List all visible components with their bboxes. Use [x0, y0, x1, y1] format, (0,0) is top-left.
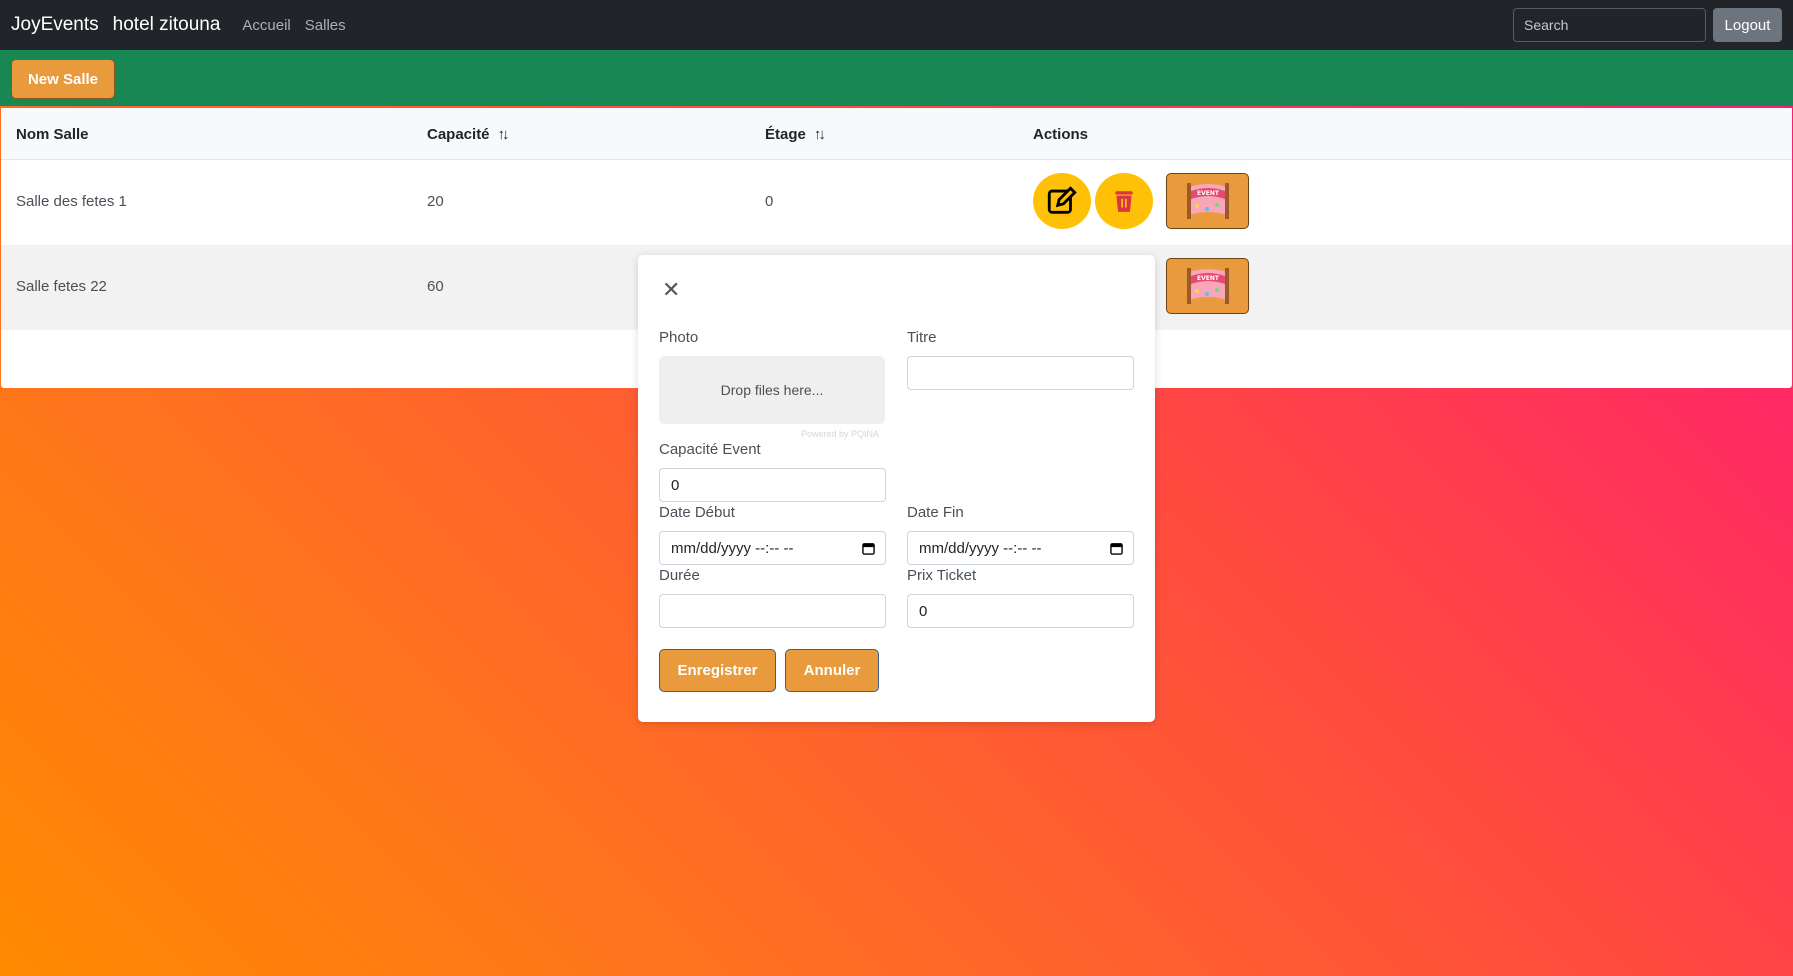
- cell-nom-salle: Salle fetes 22: [16, 278, 107, 295]
- calendar-icon[interactable]: [1110, 542, 1123, 555]
- header-capacite[interactable]: Capacité ↑↓: [427, 126, 510, 143]
- trash-icon: [1115, 191, 1133, 212]
- prix-ticket-label: Prix Ticket: [907, 567, 977, 584]
- titre-input[interactable]: [907, 356, 1134, 390]
- top-navbar: JoyEvents hotel zitouna Accueil Salles L…: [0, 0, 1793, 50]
- edit-icon: [1047, 186, 1077, 214]
- header-etage[interactable]: Étage ↑↓: [765, 126, 826, 143]
- duree-label: Durée: [659, 567, 700, 584]
- date-fin-input[interactable]: mm/dd/yyyy --:-- --: [907, 531, 1134, 565]
- date-fin-placeholder: mm/dd/yyyy --:-- --: [919, 539, 1042, 557]
- save-button[interactable]: Enregistrer: [659, 649, 776, 692]
- cell-etage: 0: [765, 193, 774, 210]
- titre-label: Titre: [907, 329, 937, 346]
- sort-icon[interactable]: ↑↓: [814, 126, 826, 143]
- dropzone-text: Drop files here...: [720, 382, 824, 398]
- cell-nom-salle: Salle des fetes 1: [16, 193, 127, 210]
- svg-text:EVENT: EVENT: [1197, 275, 1220, 282]
- date-debut-input[interactable]: mm/dd/yyyy --:-- --: [659, 531, 886, 565]
- new-event-modal: ✕ Photo Drop files here... Powered by PQ…: [638, 255, 1155, 722]
- header-nom-salle: Nom Salle: [16, 126, 89, 143]
- svg-text:EVENT: EVENT: [1197, 190, 1220, 197]
- event-icon: EVENT: [1186, 268, 1229, 304]
- date-debut-placeholder: mm/dd/yyyy --:-- --: [671, 539, 794, 557]
- cancel-button[interactable]: Annuler: [785, 649, 879, 692]
- brand-logo[interactable]: JoyEvents: [11, 14, 99, 36]
- table-row: Salle des fetes 1 20 0 EVENT: [1, 160, 1792, 245]
- event-icon: EVENT: [1186, 183, 1229, 219]
- photo-dropzone[interactable]: Drop files here...: [659, 356, 885, 424]
- prix-ticket-input[interactable]: 0: [907, 594, 1134, 628]
- close-icon[interactable]: ✕: [662, 279, 680, 301]
- hotel-name: hotel zitouna: [112, 14, 221, 35]
- cell-capacite: 20: [427, 193, 444, 210]
- powered-by-label: Powered by PQINA: [801, 429, 880, 439]
- header-actions: Actions: [1033, 126, 1089, 143]
- duree-input[interactable]: [659, 594, 886, 628]
- cell-capacite: 60: [427, 278, 444, 295]
- new-salle-button[interactable]: New Salle: [11, 59, 115, 99]
- logout-button[interactable]: Logout: [1713, 8, 1782, 42]
- date-debut-label: Date Début: [659, 504, 735, 521]
- capacite-event-input[interactable]: 0: [659, 468, 886, 502]
- capacite-event-label: Capacité Event: [659, 441, 761, 458]
- event-button[interactable]: EVENT: [1166, 258, 1249, 314]
- nav-link-salles[interactable]: Salles: [305, 17, 346, 34]
- date-fin-label: Date Fin: [907, 504, 964, 521]
- sort-icon[interactable]: ↑↓: [498, 126, 510, 143]
- table-header: Nom Salle Capacité ↑↓ Étage ↑↓ Actions: [1, 108, 1792, 160]
- calendar-icon[interactable]: [862, 542, 875, 555]
- photo-label: Photo: [659, 329, 699, 346]
- toolbar: New Salle: [0, 50, 1793, 106]
- edit-button[interactable]: [1033, 173, 1091, 229]
- search-input[interactable]: [1513, 8, 1706, 42]
- delete-button[interactable]: [1095, 173, 1153, 229]
- nav-link-accueil[interactable]: Accueil: [242, 17, 290, 34]
- event-button[interactable]: EVENT: [1166, 173, 1249, 229]
